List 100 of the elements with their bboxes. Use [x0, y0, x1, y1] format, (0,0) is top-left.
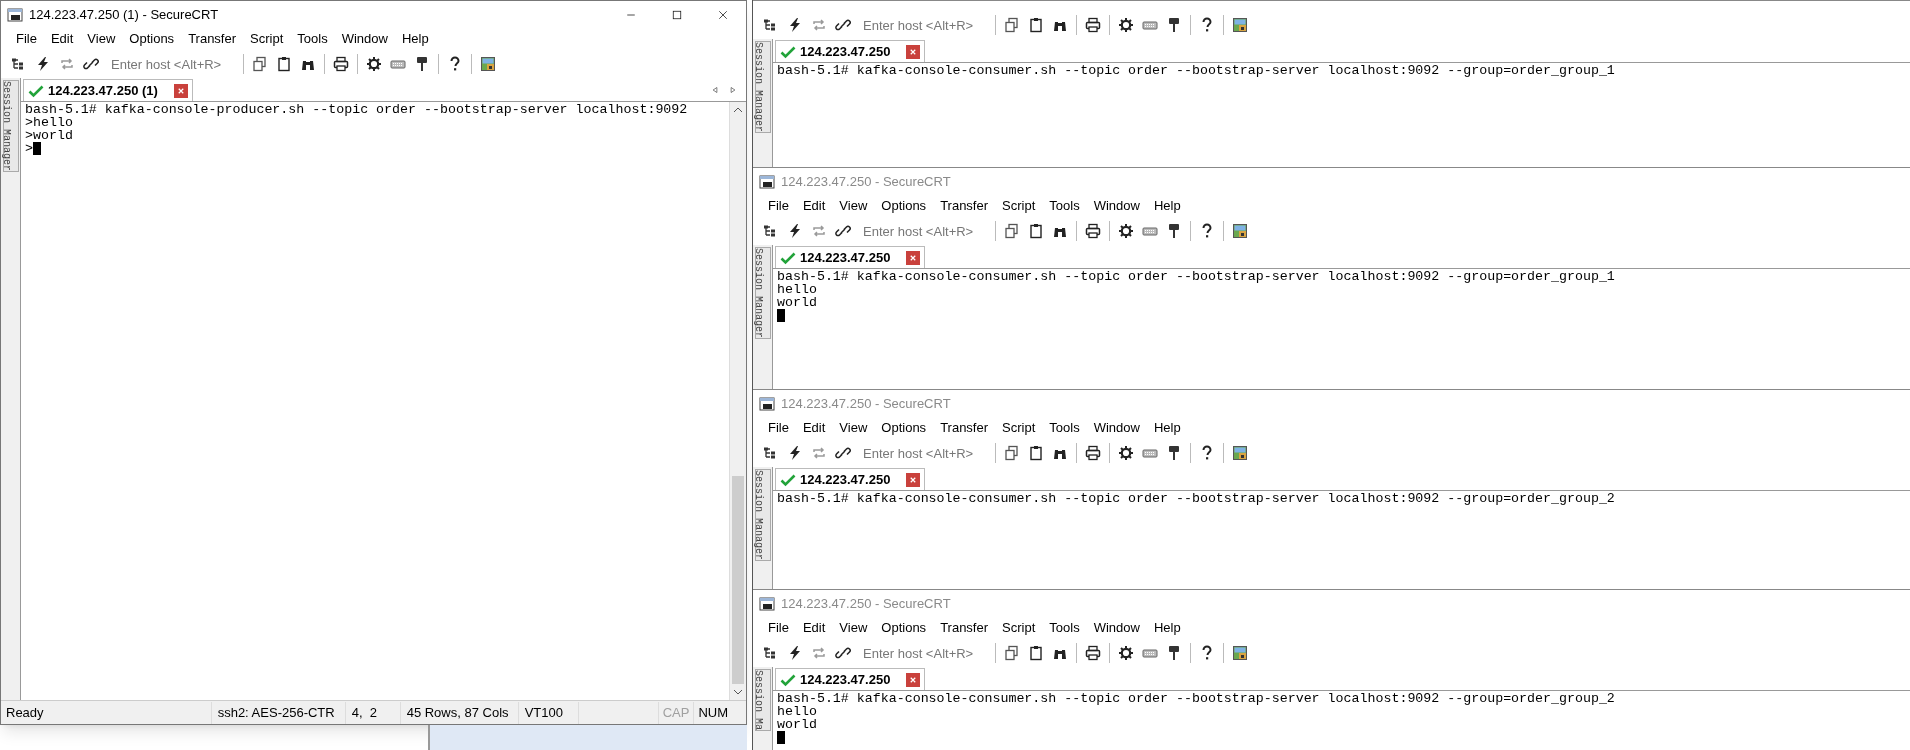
- session-manager-tab[interactable]: Session Manager: [2, 80, 19, 172]
- menu-item[interactable]: Transfer: [181, 29, 244, 49]
- lightning-icon[interactable]: [787, 223, 803, 239]
- menu-item[interactable]: Window: [1086, 196, 1147, 216]
- menu-item[interactable]: Script: [243, 29, 291, 49]
- reconnect-icon[interactable]: [59, 56, 75, 72]
- tab-close-button[interactable]: [906, 672, 921, 687]
- menu-item[interactable]: Window: [1086, 418, 1147, 438]
- menu-item[interactable]: Tools: [290, 29, 335, 49]
- menu-item[interactable]: Transfer: [933, 618, 996, 638]
- menu-item[interactable]: Help: [1146, 618, 1188, 638]
- copy-icon[interactable]: [1004, 645, 1020, 661]
- settings-icon[interactable]: [1118, 17, 1134, 33]
- lightning-icon[interactable]: [787, 445, 803, 461]
- menu-item[interactable]: Edit: [795, 196, 833, 216]
- menu-item[interactable]: Edit: [795, 618, 833, 638]
- map-icon[interactable]: [1232, 645, 1248, 661]
- settings-icon[interactable]: [1118, 445, 1134, 461]
- map-icon[interactable]: [1232, 445, 1248, 461]
- settings-icon[interactable]: [366, 56, 382, 72]
- terminal-line: bash-5.1# kafka-console-consumer.sh --topic order --bootstrap-server localhost:9092 --group=order_group_1: [777, 64, 1615, 77]
- menu-item[interactable]: Tools: [1042, 618, 1087, 638]
- menu-item[interactable]: Help: [394, 29, 436, 49]
- tab-close-button[interactable]: [906, 250, 921, 265]
- tab-close-button[interactable]: [906, 472, 921, 487]
- settings-icon[interactable]: [1118, 645, 1134, 661]
- menu-item[interactable]: Edit: [795, 418, 833, 438]
- menu-item[interactable]: Options: [874, 418, 934, 438]
- session-tab[interactable]: 124.223.47.250: [775, 40, 926, 62]
- menu-item[interactable]: Transfer: [933, 196, 996, 216]
- settings-icon[interactable]: [1118, 223, 1134, 239]
- print-icon[interactable]: [1085, 445, 1101, 461]
- print-icon[interactable]: [1085, 17, 1101, 33]
- copy-icon[interactable]: [1004, 17, 1020, 33]
- session-tab[interactable]: 124.223.47.250: [775, 468, 926, 490]
- link-icon[interactable]: [835, 17, 851, 33]
- link-icon[interactable]: [835, 445, 851, 461]
- menu-item[interactable]: Script: [995, 618, 1043, 638]
- menu-item[interactable]: Tools: [1042, 418, 1087, 438]
- map-icon[interactable]: [480, 56, 496, 72]
- window-title: 124.223.47.250 - SecureCRT: [781, 172, 951, 191]
- clipboard-icon[interactable]: [1028, 17, 1044, 33]
- reconnect-icon[interactable]: [811, 223, 827, 239]
- scrollbar[interactable]: [729, 102, 746, 700]
- menu-item[interactable]: Script: [995, 196, 1043, 216]
- close-icon: [717, 8, 729, 21]
- clipboard-icon[interactable]: [1028, 445, 1044, 461]
- menu-item[interactable]: Transfer: [933, 418, 996, 438]
- menu-item[interactable]: View: [832, 618, 875, 638]
- menu-item[interactable]: Script: [995, 418, 1043, 438]
- menu-item[interactable]: File: [761, 196, 796, 216]
- map-icon[interactable]: [1232, 223, 1248, 239]
- clipboard-icon[interactable]: [1028, 645, 1044, 661]
- scroll-left-icon[interactable]: [710, 85, 720, 95]
- menu-item[interactable]: Help: [1146, 196, 1188, 216]
- tab-close-button[interactable]: [173, 83, 188, 98]
- session-manager-tab[interactable]: Session Ma: [754, 669, 771, 731]
- session-tab[interactable]: 124.223.47.250: [775, 668, 926, 690]
- copy-icon[interactable]: [1004, 223, 1020, 239]
- menu-item[interactable]: Window: [334, 29, 395, 49]
- menu-item[interactable]: Edit: [43, 29, 81, 49]
- session-manager-tab[interactable]: Session Manager: [754, 41, 771, 133]
- menu-item[interactable]: File: [761, 418, 796, 438]
- menu-item[interactable]: File: [9, 29, 44, 49]
- link-icon[interactable]: [835, 645, 851, 661]
- lightning-icon[interactable]: [787, 645, 803, 661]
- menu-item[interactable]: File: [761, 618, 796, 638]
- menu-item[interactable]: View: [832, 418, 875, 438]
- copy-icon[interactable]: [252, 56, 268, 72]
- scrollbar-thumb[interactable]: [732, 476, 744, 684]
- print-icon[interactable]: [1085, 645, 1101, 661]
- link-icon[interactable]: [835, 223, 851, 239]
- menu-item[interactable]: Help: [1146, 418, 1188, 438]
- terminal-line: >world: [25, 129, 73, 142]
- clipboard-icon[interactable]: [1028, 223, 1044, 239]
- window-app-icon: [759, 173, 775, 190]
- print-icon[interactable]: [333, 56, 349, 72]
- lightning-icon[interactable]: [787, 17, 803, 33]
- menu-item[interactable]: Options: [122, 29, 182, 49]
- menu-item[interactable]: View: [832, 196, 875, 216]
- map-icon[interactable]: [1232, 17, 1248, 33]
- lightning-icon[interactable]: [35, 56, 51, 72]
- reconnect-icon[interactable]: [811, 445, 827, 461]
- session-manager-tab[interactable]: Session Manager: [754, 469, 771, 561]
- reconnect-icon[interactable]: [811, 17, 827, 33]
- reconnect-icon[interactable]: [811, 645, 827, 661]
- copy-icon[interactable]: [1004, 445, 1020, 461]
- menu-item[interactable]: Tools: [1042, 196, 1087, 216]
- session-manager-tab[interactable]: Session Manager: [754, 247, 771, 339]
- menu-item[interactable]: Options: [874, 196, 934, 216]
- session-tab[interactable]: 124.223.47.250: [775, 246, 926, 268]
- menu-item[interactable]: Window: [1086, 618, 1147, 638]
- print-icon[interactable]: [1085, 223, 1101, 239]
- menu-item[interactable]: View: [80, 29, 123, 49]
- link-icon[interactable]: [83, 56, 99, 72]
- session-tab[interactable]: 124.223.47.250 (1): [23, 79, 193, 101]
- clipboard-icon[interactable]: [276, 56, 292, 72]
- menu-item[interactable]: Options: [874, 618, 934, 638]
- tab-close-button[interactable]: [906, 44, 921, 59]
- scroll-right-icon[interactable]: [728, 85, 738, 95]
